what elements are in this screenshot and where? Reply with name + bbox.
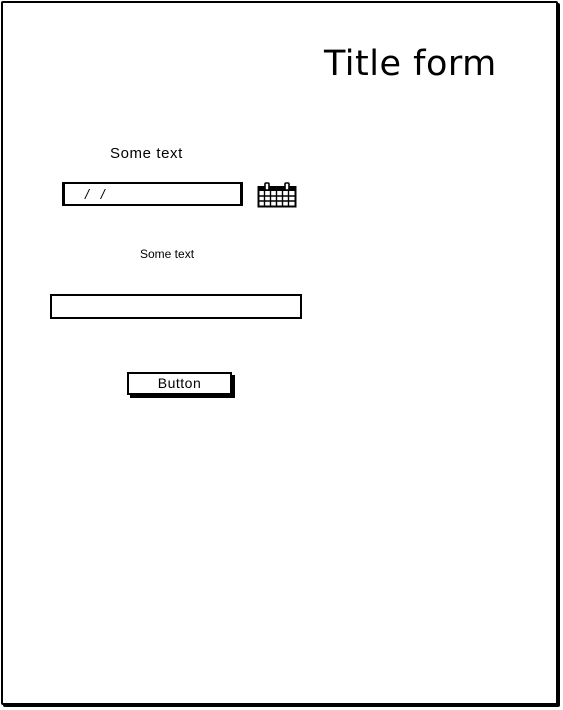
date-input-value: / / [85,186,109,202]
form-window [1,1,558,705]
page-title: Title form [324,44,497,84]
submit-button[interactable]: Button [127,372,232,395]
date-input[interactable]: / / [62,182,243,206]
calendar-icon[interactable] [257,182,297,208]
date-field-label: Some text [110,145,183,162]
text-input[interactable] [50,294,302,319]
text-field-label: Some text [140,247,195,261]
